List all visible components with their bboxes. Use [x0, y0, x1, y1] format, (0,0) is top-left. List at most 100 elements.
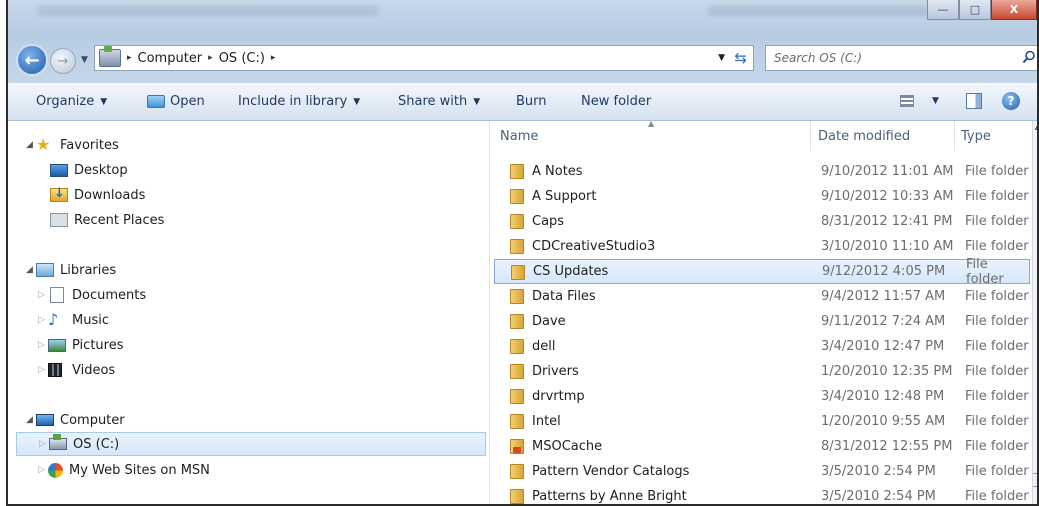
libraries-icon [36, 263, 54, 277]
recent-places-icon [50, 213, 68, 227]
vertical-scrollbar[interactable]: ▲ [1032, 121, 1037, 504]
file-row[interactable]: CDCreativeStudio3 3/10/2010 11:10 AM File … [494, 234, 1030, 259]
include-in-library-label: Include in library [238, 94, 348, 109]
file-name: dell [532, 339, 556, 354]
maximize-button[interactable]: □ [959, 0, 991, 20]
close-button[interactable]: X [991, 0, 1037, 20]
folder-icon [510, 314, 524, 329]
column-name-label: Name [500, 128, 539, 144]
refresh-icon[interactable]: ⇆ [734, 49, 747, 67]
file-date-modified: 3/10/2010 11:10 AM [821, 239, 954, 254]
file-type: File folder [965, 214, 1029, 229]
file-row[interactable]: A Support 9/10/2012 10:33 AM File folder [494, 184, 1030, 209]
column-date-label: Date modified [818, 128, 911, 144]
nav-computer[interactable]: ◢ Computer [26, 408, 125, 432]
breadcrumb-separator[interactable]: ▸ [208, 53, 213, 63]
change-view-icon[interactable] [900, 95, 914, 107]
nav-item-recent-places[interactable]: Recent Places [50, 208, 164, 232]
nav-favorites[interactable]: ◢ ★ Favorites [26, 133, 119, 157]
file-date-modified: 9/10/2012 10:33 AM [821, 189, 954, 204]
include-in-library-button[interactable]: Include in library ▼ [238, 94, 360, 109]
file-type: File folder [965, 364, 1029, 379]
help-icon[interactable]: ? [1002, 92, 1020, 110]
back-button[interactable]: ← [16, 44, 48, 76]
forward-button[interactable]: → [50, 48, 76, 74]
search-icon[interactable] [1022, 50, 1036, 64]
file-type: File folder [965, 289, 1029, 304]
breadcrumb-separator[interactable]: ▸ [127, 53, 132, 63]
organize-button[interactable]: Organize ▼ [36, 94, 107, 109]
column-divider[interactable] [954, 121, 955, 151]
file-row[interactable]: CS Updates 9/12/2012 4:05 PM File folder [494, 256, 1030, 287]
nav-item-desktop[interactable]: Desktop [50, 158, 128, 182]
search-box[interactable] [765, 45, 1037, 71]
breadcrumb-separator[interactable]: ▸ [271, 53, 276, 63]
file-row[interactable]: drvrtmp 3/4/2010 12:48 PM File folder [494, 384, 1030, 409]
file-row[interactable]: Patterns by Anne Bright 3/5/2010 2:54 PM F… [494, 484, 1030, 504]
nav-item-pictures[interactable]: ▷ Pictures [38, 333, 123, 357]
nav-item-documents[interactable]: ▷ Documents [38, 283, 146, 307]
nav-label: Documents [72, 287, 147, 303]
address-bar[interactable]: ▸ Computer ▸ OS (C:) ▸ ▼ ⇆ [94, 45, 754, 71]
column-header-name[interactable]: Name [500, 121, 538, 151]
address-dropdown[interactable]: ▼ [718, 53, 725, 63]
new-folder-button[interactable]: New folder [581, 94, 651, 109]
open-button[interactable]: Open [147, 94, 205, 109]
drive-icon [49, 434, 67, 450]
collapsed-arrow-icon[interactable]: ▷ [39, 439, 49, 449]
star-icon: ★ [36, 135, 51, 154]
collapsed-arrow-icon[interactable]: ▷ [38, 340, 48, 350]
column-header-date-modified[interactable]: Date modified [818, 121, 910, 151]
file-row[interactable]: Caps 8/31/2012 12:41 PM File folder [494, 209, 1030, 234]
scroll-up-icon[interactable]: ▲ [1033, 123, 1037, 131]
column-divider[interactable] [810, 121, 811, 151]
downloads-icon [50, 186, 68, 202]
collapsed-arrow-icon[interactable]: ▷ [38, 465, 48, 475]
view-options-dropdown[interactable]: ▼ [932, 96, 939, 106]
collapsed-arrow-icon[interactable]: ▷ [38, 365, 48, 375]
nav-item-videos[interactable]: ▷ Videos [38, 358, 115, 382]
file-date-modified: 3/5/2010 2:54 PM [821, 489, 936, 504]
column-header-type[interactable]: Type [961, 121, 991, 151]
file-type: File folder [966, 256, 1004, 287]
collapsed-arrow-icon[interactable]: ▷ [38, 290, 48, 300]
nav-item-os-c[interactable]: ▷ OS (C:) [16, 432, 486, 456]
minimize-button[interactable]: — [927, 0, 959, 20]
burn-button[interactable]: Burn [516, 94, 547, 109]
command-bar: Organize ▼ Open Include in library ▼ Sha… [8, 83, 1037, 121]
window-controls: — □ X [927, 0, 1037, 20]
file-row[interactable]: Data Files 9/4/2012 11:57 AM File folder [494, 284, 1030, 309]
nav-libraries[interactable]: ◢ Libraries [26, 258, 116, 282]
expanded-arrow-icon[interactable]: ◢ [26, 140, 36, 150]
nav-label: Downloads [74, 187, 146, 203]
expanded-arrow-icon[interactable]: ◢ [26, 265, 36, 275]
folder-icon [511, 265, 525, 280]
collapsed-arrow-icon[interactable]: ▷ [38, 315, 48, 325]
folder-icon [510, 189, 524, 204]
breadcrumb-computer[interactable]: Computer [138, 51, 203, 66]
file-row[interactable]: Drivers 1/20/2010 12:35 PM File folder [494, 359, 1030, 384]
chevron-down-icon: ▼ [473, 96, 481, 107]
file-row[interactable]: A Notes 9/10/2012 11:01 AM File folder [494, 159, 1030, 184]
file-row[interactable]: Pattern Vendor Catalogs 3/5/2010 2:54 PM F… [494, 459, 1030, 484]
expanded-arrow-icon[interactable]: ◢ [26, 415, 36, 425]
file-type: File folder [965, 389, 1029, 404]
file-row[interactable]: Intel 1/20/2010 9:55 AM File folder [494, 409, 1030, 434]
share-with-button[interactable]: Share with ▼ [398, 94, 480, 109]
breadcrumb-os-c[interactable]: OS (C:) [219, 51, 265, 66]
msn-butterfly-icon [48, 462, 63, 478]
file-row[interactable]: MSOCache 8/31/2012 12:55 PM File folder [494, 434, 1030, 459]
folder-icon [510, 489, 524, 504]
nav-item-my-web-sites-on-msn[interactable]: ▷ My Web Sites on MSN [38, 458, 210, 482]
preview-pane-icon[interactable] [966, 93, 982, 109]
file-row[interactable]: Dave 9/11/2012 7:24 AM File folder [494, 309, 1030, 334]
nav-item-music[interactable]: ▷ ♪ Music [38, 308, 109, 332]
folder-icon [510, 414, 524, 429]
search-input[interactable] [774, 51, 1004, 65]
nav-label: Favorites [60, 137, 119, 153]
scroll-thumb[interactable] [1033, 473, 1037, 487]
nav-item-downloads[interactable]: Downloads [50, 183, 145, 207]
nav-label: Libraries [60, 262, 117, 278]
recent-pages-dropdown[interactable]: ▼ [81, 55, 88, 65]
file-row[interactable]: dell 3/4/2010 12:47 PM File folder [494, 334, 1030, 359]
